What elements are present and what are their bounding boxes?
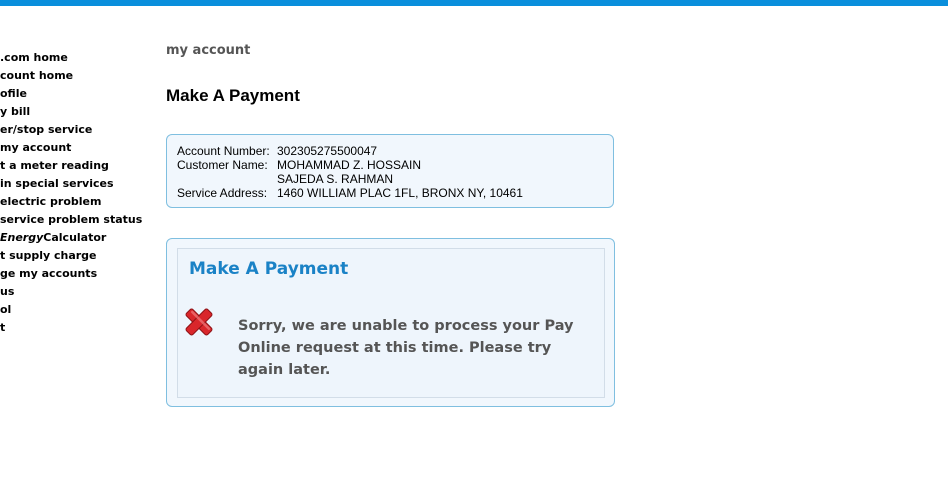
customer-name-2: SAJEDA S. RAHMAN	[277, 172, 394, 186]
page-title: Make A Payment	[166, 86, 300, 105]
sidebar-item-special-services[interactable]: in special services	[0, 175, 150, 193]
sidebar-nav: .com home count home ofile y bill er/sto…	[0, 49, 150, 337]
service-address-value: 1460 WILLIAM PLAC 1FL, BRONX NY, 10461	[277, 186, 523, 200]
breadcrumb[interactable]: my account	[166, 43, 250, 58]
sidebar-item-bill[interactable]: y bill	[0, 103, 150, 121]
sidebar-item-profile[interactable]: ofile	[0, 85, 150, 103]
sidebar-item-supply-charge[interactable]: t supply charge	[0, 247, 150, 265]
sidebar-item-manage-accounts[interactable]: ge my accounts	[0, 265, 150, 283]
sidebar-item-energy-calculator[interactable]: EnergyCalculator	[0, 229, 150, 247]
sidebar-item-contact-us[interactable]: us	[0, 283, 150, 301]
payment-heading: Make A Payment	[189, 259, 349, 279]
payment-panel-inner: Make A Payment Sorry, we are unable to p…	[177, 248, 605, 398]
payment-panel: Make A Payment Sorry, we are unable to p…	[166, 238, 615, 407]
red-x-icon	[185, 308, 213, 336]
customer-name-label: Customer Name:	[177, 158, 268, 172]
service-address-label: Service Address:	[177, 186, 268, 200]
account-info-box: Account Number: 302305275500047 Customer…	[166, 134, 614, 208]
sidebar-item-energy-em: Energy	[0, 231, 44, 244]
error-message: Sorry, we are unable to process your Pay…	[238, 318, 574, 378]
sidebar-item-my-account[interactable]: my account	[0, 139, 150, 157]
sidebar-item-problem-status[interactable]: service problem status	[0, 211, 150, 229]
sidebar-item-last[interactable]: t	[0, 319, 150, 337]
sidebar-item-electric-problem[interactable]: electric problem	[0, 193, 150, 211]
sidebar-item-home[interactable]: .com home	[0, 49, 150, 67]
sidebar-item-tool[interactable]: ol	[0, 301, 150, 319]
customer-name-1: MOHAMMAD Z. HOSSAIN	[277, 158, 422, 172]
sidebar-item-account-home[interactable]: count home	[0, 67, 150, 85]
account-number-value: 302305275500047	[277, 144, 378, 158]
sidebar-item-start-stop-service[interactable]: er/stop service	[0, 121, 150, 139]
account-number-label: Account Number:	[177, 144, 270, 158]
top-accent-bar	[0, 0, 948, 6]
sidebar-item-meter-reading[interactable]: t a meter reading	[0, 157, 150, 175]
sidebar-item-energy-rest: Calculator	[43, 231, 107, 244]
